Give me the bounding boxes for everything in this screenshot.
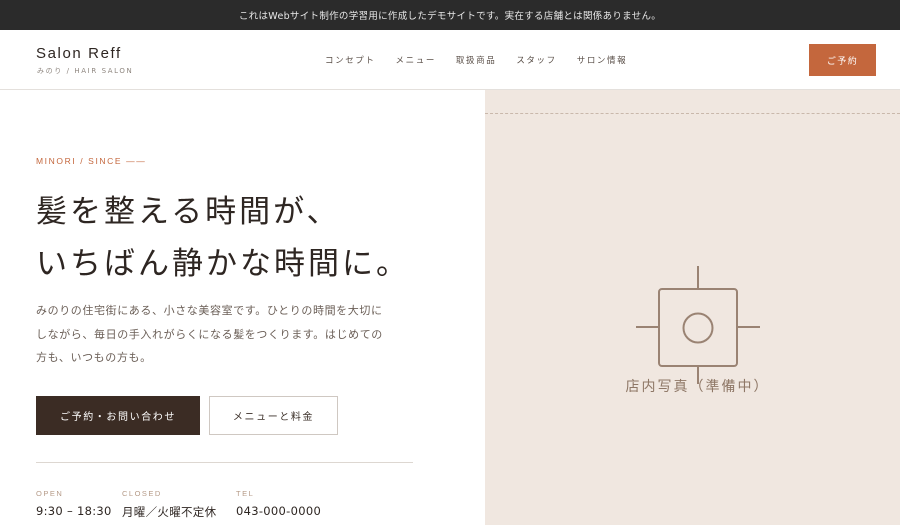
nav-item-products[interactable]: 取扱商品 — [456, 54, 496, 66]
demo-notice-text: これはWebサイト制作の学習用に作成したデモサイトです。実在する店舗とは関係あり… — [238, 11, 662, 22]
site-header: Salon Reff みのり / HAIR SALON コンセプト メニュー 取… — [0, 30, 900, 90]
open-label: OPEN — [36, 489, 64, 498]
divider — [36, 462, 413, 463]
lead-line-2: しながら、毎日の手入れがらくになる髪をつくります。はじめての — [36, 327, 383, 341]
headline-line-2: いちばん静かな時間に。 — [36, 246, 410, 282]
main-nav: コンセプト メニュー 取扱商品 スタッフ サロン情報 — [325, 54, 627, 66]
tel-label: TEL — [236, 489, 255, 498]
hero-eyebrow: MINORI / SINCE —— — [36, 156, 147, 166]
brand-subtitle: みのり / HAIR SALON — [37, 67, 134, 75]
menu-price-button[interactable]: メニューと料金 — [209, 396, 338, 435]
brand-logo[interactable]: Salon Reff — [36, 45, 122, 62]
headline-line-1: 髪を整える時間が、 — [36, 194, 341, 230]
placeholder-label: 店内写真（準備中） — [625, 379, 770, 395]
info-open: OPEN 9:30 – 18:30 — [36, 489, 112, 518]
nav-item-staff[interactable]: スタッフ — [516, 54, 556, 66]
info-tel: TEL 043-000-0000 — [236, 489, 321, 518]
hero-headline: 髪を整える時間が、 いちばん静かな時間に。 — [36, 186, 410, 290]
camera-placeholder-icon — [636, 266, 760, 384]
tel-number[interactable]: 043-000-0000 — [236, 504, 321, 518]
nav-item-concept[interactable]: コンセプト — [325, 54, 376, 66]
closed-label: CLOSED — [122, 489, 162, 498]
reserve-contact-button[interactable]: ご予約・お問い合わせ — [36, 396, 200, 435]
header-reserve-button[interactable]: ご予約 — [809, 44, 876, 76]
hero-lead: みのりの住宅街にある、小さな美容室です。ひとりの時間を大切に しながら、毎日の手… — [36, 299, 386, 370]
demo-notice-bar: これはWebサイト制作の学習用に作成したデモサイトです。実在する店舗とは関係あり… — [0, 0, 900, 30]
nav-item-menu[interactable]: メニュー — [396, 54, 436, 66]
open-hours: 9:30 – 18:30 — [36, 504, 112, 518]
lead-line-1: みのりの住宅街にある、小さな美容室です。ひとりの時間を大切に — [36, 304, 383, 317]
shop-photo-placeholder: 店内写真（準備中） — [485, 90, 900, 525]
info-closed: CLOSED 月曜／火曜不定休 — [122, 489, 216, 520]
nav-item-salon-info[interactable]: サロン情報 — [577, 54, 628, 66]
lead-line-3: 方も、いつもの方も。 — [36, 351, 152, 364]
closed-days: 月曜／火曜不定休 — [122, 505, 217, 519]
dashed-divider — [485, 113, 900, 114]
